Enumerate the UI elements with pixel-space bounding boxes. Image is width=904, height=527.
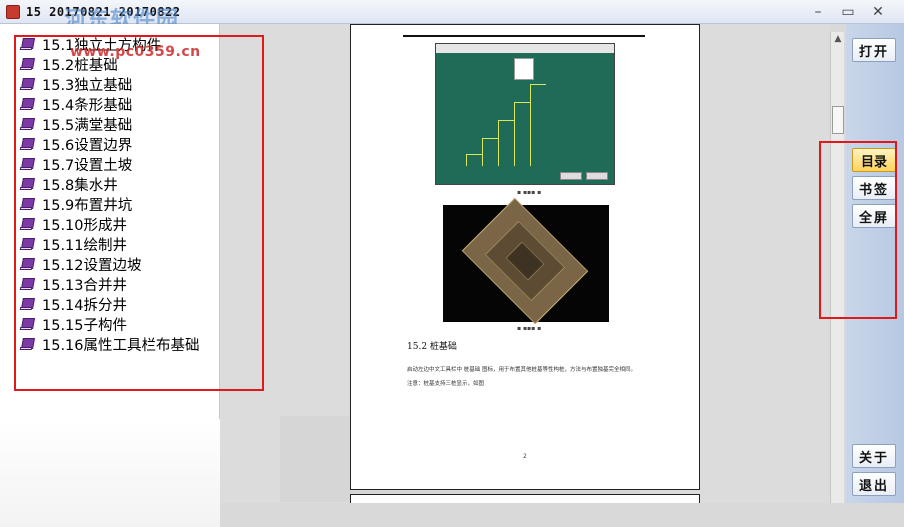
- figure-caption: ▪ ▪▪▪ ▪: [517, 189, 542, 196]
- book-icon: [19, 37, 35, 51]
- toc-item[interactable]: 15.3独立基础: [0, 74, 220, 94]
- toc-item-label: 15.15子构件: [42, 317, 128, 334]
- toc-item[interactable]: 15.4条形基础: [0, 94, 220, 114]
- toc-item[interactable]: 15.13合并井: [0, 274, 220, 294]
- panel-empty-area: [0, 419, 220, 527]
- toc-item-label: 15.12设置边坡: [42, 257, 142, 274]
- document-page: ▪ ▪▪▪ ▪ ▪ ▪▪▪ ▪ 15.2 桩基础 启动左边中文工具栏中 桩基础 …: [350, 24, 700, 490]
- title-bar: 15 20170821 20170822 河东软件园 – ▭ ✕: [0, 0, 904, 33]
- toc-item[interactable]: 15.7设置土坡: [0, 154, 220, 174]
- toc-item-label: 15.9布置井坑: [42, 197, 133, 214]
- body-text-line: 启动左边中文工具栏中 桩基础 图标，用于布置其他桩基等性构桩，方法与布置独基完全…: [407, 367, 636, 373]
- figure-caption: ▪ ▪▪▪ ▪: [517, 325, 542, 332]
- app-icon: [6, 4, 20, 19]
- minimize-button[interactable]: –: [804, 2, 832, 22]
- body-text-line: 注意：桩基支持三桩显示，如图: [407, 381, 485, 387]
- toc-item-label: 15.10形成井: [42, 217, 128, 234]
- book-icon: [19, 97, 35, 111]
- book-icon: [19, 297, 35, 311]
- watermark-url: www.pc0359.cn: [70, 44, 201, 60]
- toc-item[interactable]: 15.16属性工具栏布基础: [0, 334, 220, 354]
- book-icon: [19, 117, 35, 131]
- fullscreen-button[interactable]: 全屏: [852, 204, 896, 228]
- toc-button[interactable]: 目录: [852, 148, 896, 172]
- document-viewer[interactable]: ▪ ▪▪▪ ▪ ▪ ▪▪▪ ▪ 15.2 桩基础 启动左边中文工具栏中 桩基础 …: [220, 24, 830, 503]
- figure-3d-pit: [443, 197, 609, 325]
- toc-item[interactable]: 15.9布置井坑: [0, 194, 220, 214]
- right-toolbar: 打开 目录 书签 全屏 关于 退出: [846, 24, 904, 503]
- toc-item[interactable]: 15.11绘制井: [0, 234, 220, 254]
- page-number: 2: [523, 453, 527, 460]
- toc-item[interactable]: 15.12设置边坡: [0, 254, 220, 274]
- book-icon: [19, 317, 35, 331]
- book-icon: [19, 157, 35, 171]
- toc-item-label: 15.14拆分井: [42, 297, 128, 314]
- book-icon: [19, 237, 35, 251]
- toc-item-label: 15.6设置边界: [42, 137, 133, 154]
- toc-panel: 15.1独立土方构件 15.2桩基础 15.3独立基础 15.4条形基础 15.…: [0, 24, 220, 527]
- book-icon: [19, 217, 35, 231]
- section-heading: 15.2 桩基础: [407, 342, 457, 352]
- bookmark-button[interactable]: 书签: [852, 176, 896, 200]
- toc-item[interactable]: 15.8集水井: [0, 174, 220, 194]
- page-rule: [403, 35, 645, 37]
- exit-button[interactable]: 退出: [852, 472, 896, 496]
- toc-item-label: 15.13合并井: [42, 277, 128, 294]
- book-icon: [19, 197, 35, 211]
- about-button[interactable]: 关于: [852, 444, 896, 468]
- toc-item[interactable]: 15.6设置边界: [0, 134, 220, 154]
- book-icon: [19, 77, 35, 91]
- toc-item[interactable]: 15.5满堂基础: [0, 114, 220, 134]
- toc-item-label: 15.11绘制井: [42, 237, 128, 254]
- book-icon: [19, 257, 35, 271]
- toc-list: 15.1独立土方构件 15.2桩基础 15.3独立基础 15.4条形基础 15.…: [0, 34, 220, 354]
- toc-item-label: 15.16属性工具栏布基础: [42, 337, 200, 354]
- maximize-button[interactable]: ▭: [834, 2, 862, 22]
- toc-item-label: 15.5满堂基础: [42, 117, 133, 134]
- close-button[interactable]: ✕: [864, 2, 892, 22]
- book-icon: [19, 137, 35, 151]
- vertical-scrollbar[interactable]: ▲: [830, 32, 844, 503]
- book-icon: [19, 337, 35, 351]
- figure-settings-dialog: [435, 43, 615, 185]
- toc-item-label: 15.8集水井: [42, 177, 118, 194]
- toc-item-label: 15.4条形基础: [42, 97, 133, 114]
- book-icon: [19, 57, 35, 71]
- toc-item-label: 15.7设置土坡: [42, 157, 133, 174]
- toc-item-label: 15.3独立基础: [42, 77, 133, 94]
- toc-item[interactable]: 15.14拆分井: [0, 294, 220, 314]
- book-icon: [19, 277, 35, 291]
- next-page: [350, 494, 700, 503]
- triangle-up-icon[interactable]: ▲: [831, 32, 845, 46]
- toc-item[interactable]: 15.15子构件: [0, 314, 220, 334]
- open-button[interactable]: 打开: [852, 38, 896, 62]
- scroll-thumb[interactable]: [832, 106, 844, 134]
- book-icon: [19, 177, 35, 191]
- toc-item[interactable]: 15.10形成井: [0, 214, 220, 234]
